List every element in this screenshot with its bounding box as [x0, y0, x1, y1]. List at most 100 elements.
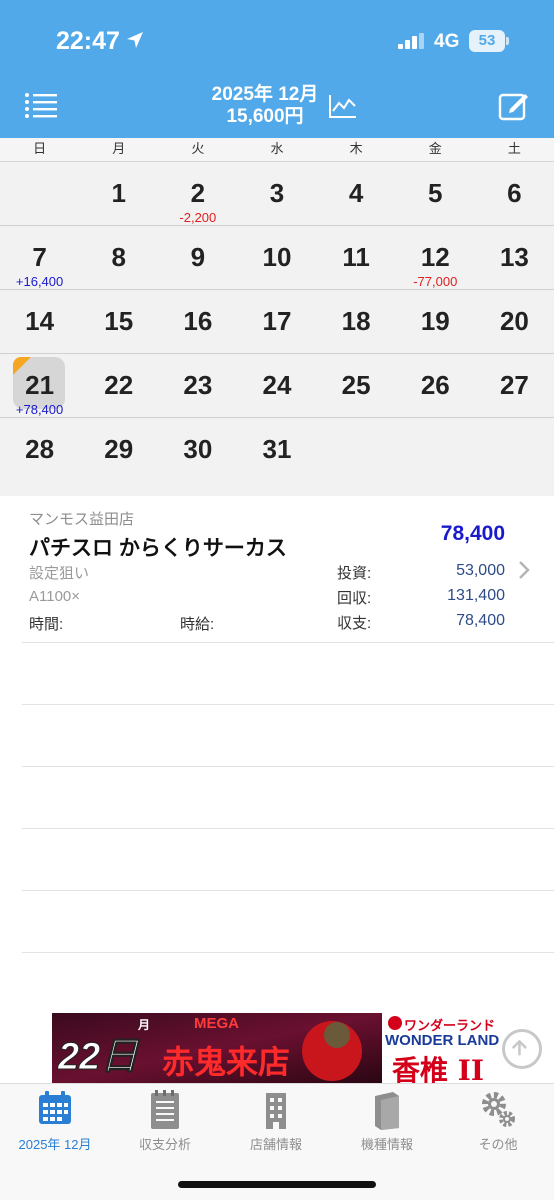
signal-icon — [398, 33, 424, 49]
day-number: 16 — [183, 306, 213, 336]
day-number: 26 — [420, 370, 450, 400]
day-number: 8 — [111, 242, 126, 272]
calendar-day[interactable]: 17 — [237, 290, 316, 353]
day-number: 18 — [341, 306, 371, 336]
calendar-day[interactable]: 7 +16,400 — [0, 226, 79, 289]
play-record[interactable]: マンモス益田店 パチスロ からくりサーカス 78,400 設定狙い A1100×… — [0, 496, 554, 642]
day-number: 24 — [262, 370, 292, 400]
list-menu-icon[interactable] — [24, 92, 60, 120]
day-number: 11 — [342, 242, 370, 272]
calendar-day[interactable]: 10 — [237, 226, 316, 289]
calendar-day[interactable]: 3 — [237, 162, 316, 225]
calendar-day[interactable]: 14 — [0, 290, 79, 353]
rate-label: A1100× — [29, 588, 81, 605]
hourly-label: 時給: — [180, 616, 215, 633]
ad-event: 赤鬼来店 — [162, 1043, 291, 1081]
calendar-day[interactable]: 30 — [158, 418, 237, 482]
calendar-day[interactable]: 19 — [396, 290, 475, 353]
tab-label: その他 — [478, 1137, 518, 1152]
day-number: 31 — [262, 434, 292, 464]
calendar-day[interactable]: 25 — [317, 354, 396, 417]
calendar-day-empty — [475, 418, 554, 482]
network-type: 4G — [434, 31, 460, 52]
day-balance: -2,200 — [179, 210, 217, 225]
calendar-day[interactable]: 29 — [79, 418, 158, 482]
day-number — [475, 418, 554, 434]
calendar-day[interactable]: 12 -77,000 — [396, 226, 475, 289]
line-chart-icon[interactable] — [328, 93, 358, 119]
day-balance: -77,000 — [413, 274, 458, 289]
weekday-label: 水 — [270, 141, 284, 156]
calendar-day[interactable]: 5 — [396, 162, 475, 225]
day-balance: +78,400 — [15, 402, 64, 417]
calendar-week: 28 29 30 31 — [0, 418, 554, 482]
day-number — [396, 418, 475, 434]
day-number: 21 — [25, 370, 55, 400]
day-number: 17 — [262, 306, 292, 336]
weekday-label: 火 — [191, 141, 205, 156]
day-number: 1 — [111, 178, 126, 208]
scroll-to-top-icon[interactable] — [502, 1029, 542, 1069]
row-divider — [22, 766, 554, 828]
calendar-day[interactable]: 22 — [79, 354, 158, 417]
weekday-label: 木 — [349, 141, 363, 156]
machine-name: パチスロ からくりサーカス — [29, 537, 287, 560]
recover-value: 131,400 — [447, 587, 505, 604]
calendar-day[interactable]: 4 — [317, 162, 396, 225]
ad-banner[interactable]: 22日 月 MEGA 赤鬼来店 ワンダーランド WONDER LAND 香椎 I… — [52, 1013, 502, 1083]
calendar-day[interactable]: 24 — [237, 354, 316, 417]
day-number: 5 — [428, 178, 443, 208]
row-divider — [22, 828, 554, 890]
calendar-week: 1 2 -2,200 3 4 5 6 — [0, 162, 554, 226]
month-title[interactable]: 2025年 12月 15,600円 — [180, 84, 350, 128]
calendar-day[interactable]: 27 — [475, 354, 554, 417]
empty-rows — [22, 642, 554, 1014]
calendar-day[interactable]: 8 — [79, 226, 158, 289]
day-number: 13 — [499, 242, 529, 272]
calendar-day[interactable]: 2 -2,200 — [158, 162, 237, 225]
compose-icon[interactable] — [497, 90, 529, 122]
tab-calendar[interactable]: 2025年 12月 — [0, 1084, 110, 1154]
calendar-grid: 日 月 火 水 木 金 土 1 2 -2,200 3 4 5 6 7 +16,400 8 9 10 11… — [0, 138, 554, 496]
tab-analysis[interactable]: 収支分析 — [110, 1084, 220, 1154]
weekday-label: 金 — [428, 141, 442, 156]
invest-value: 53,000 — [456, 562, 505, 579]
calendar-day[interactable]: 28 — [0, 418, 79, 482]
day-number: 28 — [25, 434, 55, 464]
weekday-header: 日 月 火 水 木 金 土 — [0, 138, 554, 162]
calendar-day[interactable]: 9 — [158, 226, 237, 289]
calendar-week: 21 +78,400 22 23 24 25 26 27 — [0, 354, 554, 418]
calendar-day[interactable]: 1 — [79, 162, 158, 225]
tab-label: 機種情報 — [360, 1137, 413, 1152]
day-number: 20 — [499, 306, 529, 336]
tab-store-info[interactable]: 店舗情報 — [221, 1084, 331, 1154]
month-label: 2025年 12月 — [211, 84, 319, 105]
row-divider — [22, 890, 554, 952]
day-number: 19 — [420, 306, 450, 336]
tab-other[interactable]: その他 — [443, 1084, 553, 1154]
calendar-day[interactable]: 26 — [396, 354, 475, 417]
day-number: 4 — [348, 178, 364, 208]
record-balance: 78,400 — [440, 522, 505, 545]
calendar-day[interactable]: 18 — [317, 290, 396, 353]
day-number: 30 — [183, 434, 213, 464]
weekday-label: 月 — [112, 141, 126, 156]
calendar-day[interactable]: 31 — [237, 418, 316, 482]
calendar-day[interactable]: 23 — [158, 354, 237, 417]
tab-machine-info[interactable]: 機種情報 — [332, 1084, 442, 1154]
calendar-day-empty — [317, 418, 396, 482]
chevron-right-icon — [519, 561, 530, 579]
day-number: 2 — [190, 178, 206, 208]
row-divider — [22, 704, 554, 766]
calendar-day[interactable]: 16 — [158, 290, 237, 353]
calendar-day[interactable]: 11 — [317, 226, 396, 289]
calendar-day[interactable]: 21 +78,400 — [0, 354, 79, 417]
balance-value: 78,400 — [456, 612, 505, 629]
day-number — [317, 418, 396, 434]
calendar-day[interactable]: 6 — [475, 162, 554, 225]
calendar-day[interactable]: 15 — [79, 290, 158, 353]
tab-label: 店舗情報 — [249, 1137, 302, 1152]
calendar-day[interactable]: 13 — [475, 226, 554, 289]
day-number: 7 — [32, 242, 47, 272]
calendar-day[interactable]: 20 — [475, 290, 554, 353]
